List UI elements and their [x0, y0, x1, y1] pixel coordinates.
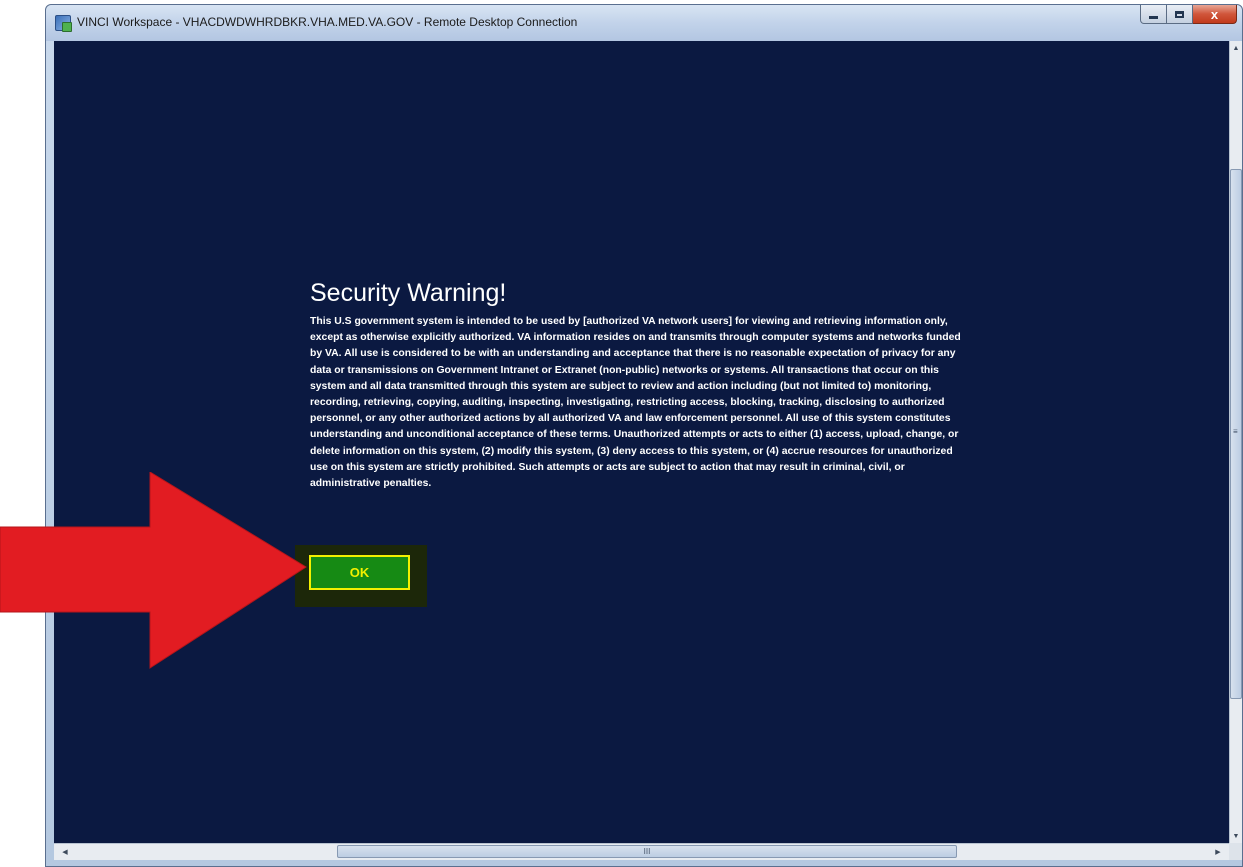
minimize-button[interactable] — [1140, 5, 1167, 24]
vertical-scroll-grip: ≡ — [1233, 427, 1238, 436]
title-bar[interactable]: VINCI Workspace - VHACDWDWHRDBKR.VHA.MED… — [46, 5, 1242, 41]
scroll-right-arrow-icon[interactable]: ▶ — [1211, 844, 1225, 860]
scroll-left-arrow-icon[interactable]: ◀ — [58, 844, 72, 860]
scroll-up-arrow-icon[interactable]: ▲ — [1230, 41, 1242, 55]
scroll-down-arrow-icon[interactable]: ▼ — [1230, 829, 1242, 843]
minimize-icon — [1149, 15, 1158, 19]
horizontal-scroll-thumb[interactable]: III — [337, 845, 957, 858]
close-icon: x — [1210, 6, 1219, 22]
red-arrow-annotation — [0, 472, 307, 669]
scrollbar-corner — [1229, 843, 1242, 860]
vertical-scroll-thumb[interactable]: ≡ — [1230, 169, 1242, 699]
close-button[interactable]: x — [1193, 5, 1237, 24]
remote-desktop-icon — [55, 15, 72, 32]
remote-desktop-area: Security Warning! This U.S government sy… — [54, 41, 1229, 843]
security-warning-title: Security Warning! — [310, 279, 507, 307]
window-controls: x — [1140, 5, 1237, 25]
maximize-button[interactable] — [1167, 5, 1193, 24]
horizontal-scrollbar[interactable]: ◀ III ▶ — [54, 843, 1229, 860]
security-warning-text: This U.S government system is intended t… — [310, 316, 961, 490]
window-title: VINCI Workspace - VHACDWDWHRDBKR.VHA.MED… — [77, 15, 578, 29]
ok-button[interactable]: OK — [309, 555, 410, 590]
horizontal-scroll-grip: III — [643, 847, 651, 856]
vertical-scrollbar[interactable]: ▲ ≡ ▼ — [1229, 41, 1242, 843]
rdp-window: VINCI Workspace - VHACDWDWHRDBKR.VHA.MED… — [45, 4, 1243, 867]
maximize-icon — [1175, 10, 1184, 18]
